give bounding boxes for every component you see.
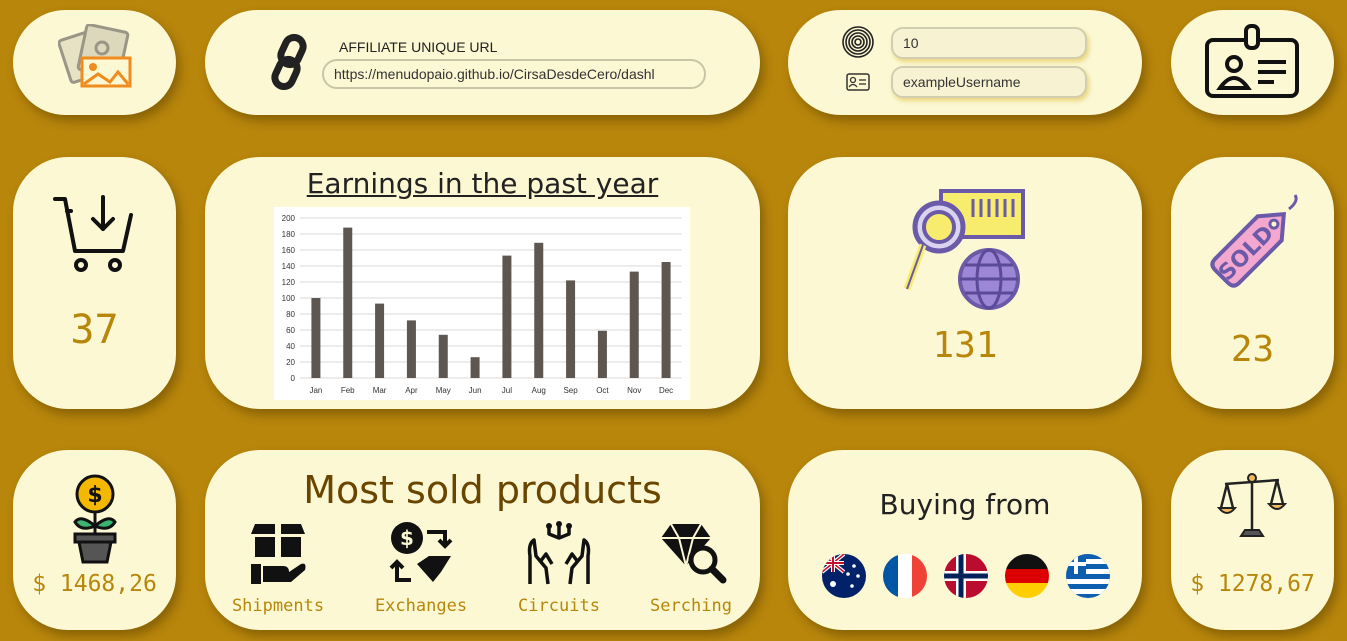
y-tick-label: 140 — [282, 262, 296, 271]
product-label-shipments: Shipments — [231, 596, 325, 616]
y-tick-label: 120 — [282, 278, 296, 287]
money-diamond-exchange-icon[interactable]: $ — [389, 520, 455, 586]
cart-download-icon — [53, 195, 133, 272]
product-label-exchanges: Exchanges — [374, 596, 468, 616]
product-label-circuits: Circuits — [518, 596, 600, 616]
x-tick-label: Dec — [659, 386, 673, 395]
y-tick-label: 100 — [282, 294, 296, 303]
x-tick-label: Jul — [502, 386, 512, 395]
affiliate-url-label: AFFILIATE UNIQUE URL — [339, 39, 498, 55]
balance-amount: $ 1278,67 — [1190, 571, 1315, 597]
bar-apr — [406, 320, 416, 378]
bar-jul — [502, 255, 512, 378]
bar-oct — [597, 330, 607, 378]
x-tick-label: Mar — [373, 386, 387, 395]
bar-may — [438, 334, 448, 378]
chart-title: Earnings in the past year — [306, 167, 659, 200]
bar-jan — [311, 298, 321, 378]
australia-flag-icon[interactable] — [822, 554, 866, 598]
earnings-chart-card: Earnings in the past year 0 20 40 60 80 100 12… — [205, 157, 760, 409]
earnings-bar-chart: 0 20 40 60 80 100 120 140 160 180 200 Jan Feb Mar Apr M… — [282, 214, 682, 395]
x-tick-label: Jun — [469, 386, 482, 395]
y-tick-label: 80 — [286, 310, 295, 319]
barcode-search-globe-icon — [903, 189, 1025, 310]
bar-aug — [534, 242, 544, 378]
earnings-card[interactable]: $ $ 1468,26 — [13, 450, 176, 630]
id-card-icon — [846, 73, 870, 91]
affiliate-url-input[interactable]: https://menudopaio.github.io/CirsaDesdeC… — [322, 59, 706, 89]
x-tick-label: Oct — [596, 386, 609, 395]
y-tick-label: 20 — [286, 358, 295, 367]
cart-count: 37 — [70, 307, 119, 353]
id-badge-icon — [1205, 24, 1299, 98]
diamond-search-icon[interactable] — [657, 520, 727, 586]
product-label-serching: Serching — [650, 596, 732, 616]
username-input[interactable]: exampleUsername — [891, 66, 1087, 98]
y-tick-label: 0 — [291, 374, 296, 383]
y-tick-label: 40 — [286, 342, 295, 351]
buying-title: Buying from — [879, 488, 1051, 521]
bar-sep — [566, 280, 576, 378]
x-tick-label: Apr — [405, 386, 418, 395]
chart-area: 0 20 40 60 80 100 120 140 160 180 200 Jan Feb Mar Apr M… — [274, 207, 690, 400]
buying-from-card: Buying from — [788, 450, 1142, 630]
x-tick-label: Jan — [309, 386, 322, 395]
bar-nov — [629, 271, 639, 378]
products-title: Most sold products — [303, 468, 662, 512]
search-count: 131 — [932, 325, 998, 366]
search-card[interactable]: 131 — [788, 157, 1142, 409]
money-plant-icon: $ — [73, 474, 117, 564]
balance-scale-icon — [1217, 473, 1287, 537]
svg-text:$: $ — [87, 483, 102, 508]
most-sold-products-card: Most sold products $ Shipments Exchanges… — [205, 450, 760, 630]
x-tick-label: Sep — [563, 386, 578, 395]
hands-circuit-icon[interactable] — [524, 520, 594, 586]
login-card: 10 exampleUsername — [788, 10, 1142, 115]
earnings-amount: $ 1468,26 — [32, 571, 157, 597]
cart-card[interactable]: 37 — [13, 157, 176, 409]
x-tick-label: May — [436, 386, 451, 395]
y-tick-label: 60 — [286, 326, 295, 335]
sold-count: 23 — [1230, 329, 1275, 370]
norway-flag-icon[interactable] — [944, 554, 988, 598]
y-tick-label: 200 — [282, 214, 296, 223]
sold-card[interactable]: SOLD 23 — [1171, 157, 1334, 409]
id-input[interactable]: 10 — [891, 27, 1087, 59]
sold-tag-icon: SOLD — [1210, 194, 1298, 288]
bar-dec — [661, 262, 671, 378]
fingerprint-icon — [842, 26, 874, 58]
y-tick-label: 180 — [282, 230, 296, 239]
image-gallery-icon — [58, 24, 132, 88]
x-tick-label: Nov — [627, 386, 641, 395]
greece-flag-icon[interactable] — [1066, 554, 1110, 598]
balance-card[interactable]: $ 1278,67 — [1171, 450, 1334, 630]
bar-mar — [375, 303, 385, 378]
profile-card[interactable] — [1171, 10, 1334, 115]
bar-jun — [470, 357, 480, 378]
y-tick-label: 160 — [282, 246, 296, 255]
affiliate-url-card: AFFILIATE UNIQUE URL https://menudopaio.… — [205, 10, 760, 115]
france-flag-icon[interactable] — [883, 554, 927, 598]
link-chain-icon — [271, 34, 307, 90]
x-tick-label: Aug — [532, 386, 546, 395]
germany-flag-icon[interactable] — [1005, 554, 1049, 598]
gallery-card[interactable] — [13, 10, 176, 115]
box-hand-icon[interactable] — [249, 520, 307, 586]
x-tick-label: Feb — [341, 386, 355, 395]
bar-feb — [343, 227, 353, 378]
svg-text:$: $ — [400, 526, 414, 550]
